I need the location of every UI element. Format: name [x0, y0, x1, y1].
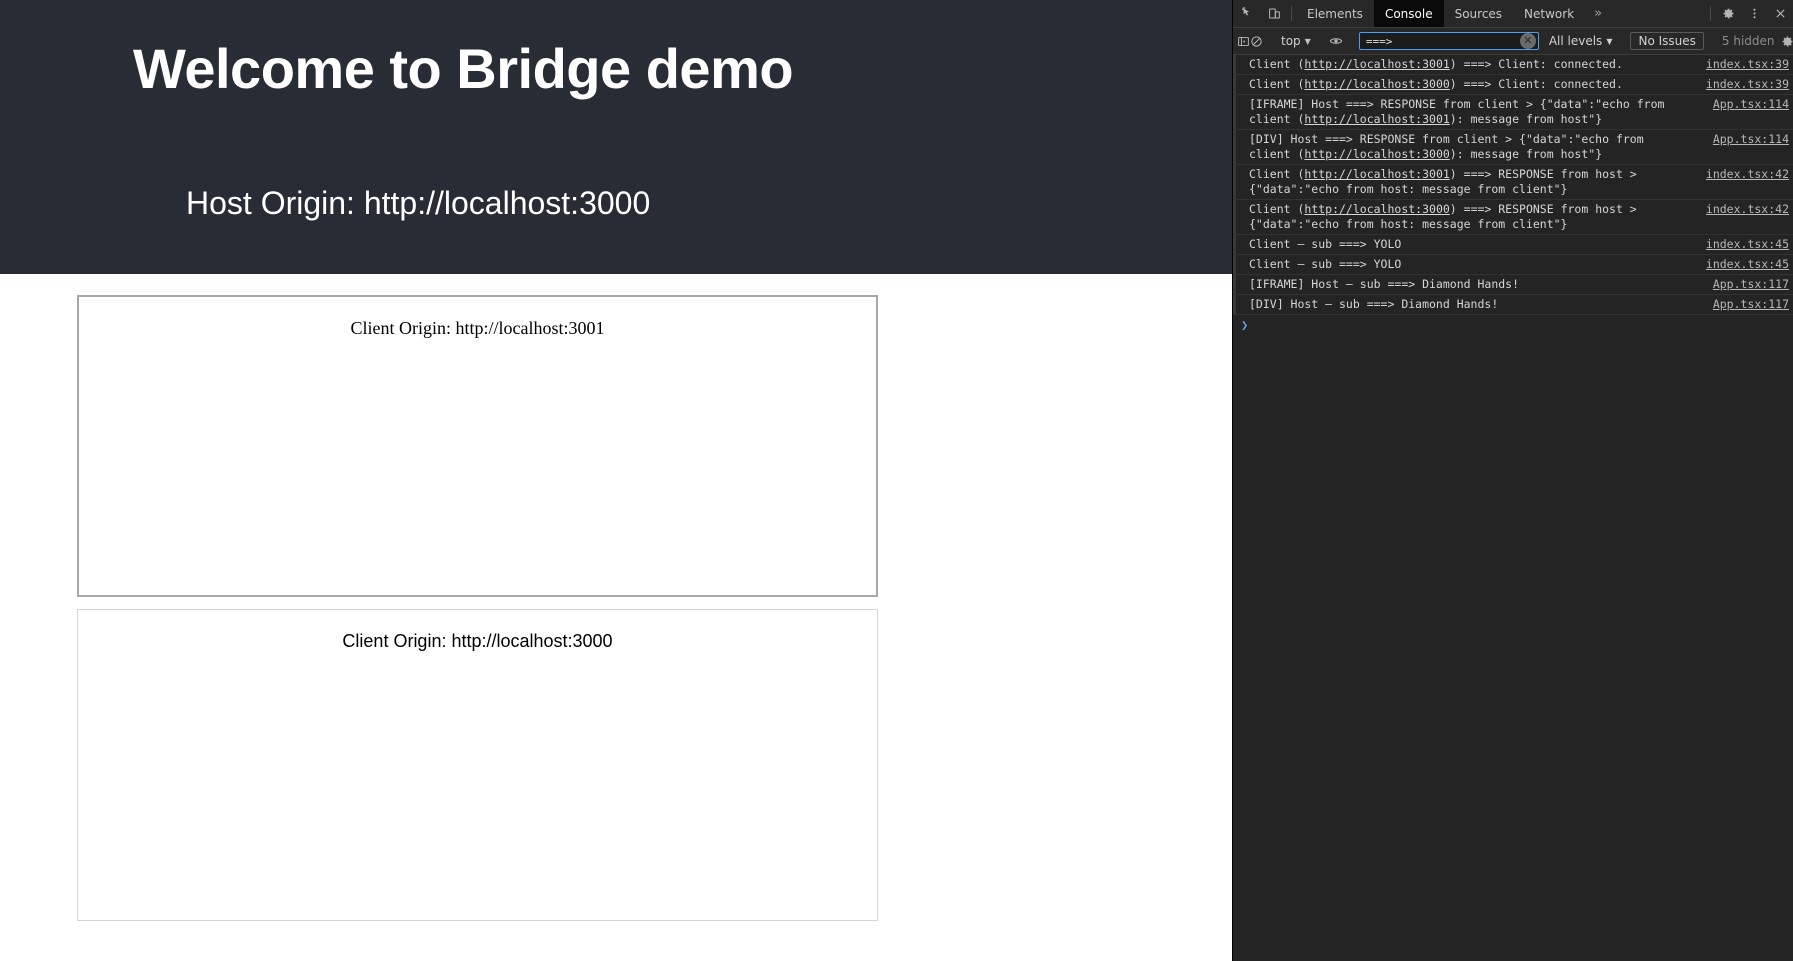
console-sidebar-icon[interactable]: [1237, 35, 1250, 48]
console-message-text: Client — sub ===> YOLO: [1249, 237, 1687, 252]
gear-icon[interactable]: [1715, 0, 1741, 27]
issues-button[interactable]: No Issues: [1630, 32, 1704, 50]
console-message-source-link[interactable]: App.tsx:114: [1713, 132, 1789, 147]
console-message-segment: Client (: [1249, 57, 1305, 71]
console-message-link[interactable]: http://localhost:3000: [1304, 147, 1449, 161]
console-message-segment: Client (: [1249, 77, 1305, 91]
frames-container: Client Origin: http://localhost:3001 Cli…: [0, 274, 1232, 921]
devtools-tab-list: Elements Console Sources Network »: [1296, 0, 1706, 27]
iframe-client-3000-body: Client Origin: http://localhost:3000: [78, 610, 877, 920]
page-header: Welcome to Bridge demo Host Origin: http…: [0, 0, 1232, 274]
context-selector-label: top: [1281, 34, 1301, 48]
console-message-segment: ) ===> Client: connected.: [1449, 57, 1623, 71]
console-filter-input[interactable]: [1359, 34, 1520, 48]
console-message-text: Client (http://localhost:3000) ===> RESP…: [1249, 202, 1687, 232]
console-message-segment: Client — sub ===> YOLO: [1249, 237, 1402, 251]
console-message-row[interactable]: Client (http://localhost:3000) ===> RESP…: [1233, 200, 1793, 235]
console-message-source-link[interactable]: index.tsx:39: [1706, 77, 1789, 92]
tab-sources[interactable]: Sources: [1444, 0, 1513, 27]
console-message-segment: ): message from host"}: [1449, 147, 1603, 161]
console-filter[interactable]: ✕: [1358, 32, 1539, 50]
client-origin-3001-label: Client Origin: http://localhost:3001: [350, 318, 605, 338]
console-message-segment: [DIV] Host — sub ===> Diamond Hands!: [1249, 297, 1499, 311]
close-icon[interactable]: [1767, 0, 1793, 27]
page-title: Welcome to Bridge demo: [133, 37, 794, 100]
console-message-segment: ) ===> Client: connected.: [1449, 77, 1623, 91]
devtools-panel: Elements Console Sources Network » top ▼…: [1232, 0, 1793, 961]
context-selector[interactable]: top ▼: [1275, 34, 1317, 48]
client-origin-3000-label: Client Origin: http://localhost:3000: [342, 631, 613, 651]
prompt-chevron-icon: ❯: [1241, 318, 1249, 332]
console-message-segment: Client — sub ===> YOLO: [1249, 257, 1402, 271]
devtools-tabbar-actions: [1706, 0, 1793, 27]
browser-window: Welcome to Bridge demo Host Origin: http…: [0, 0, 1793, 961]
host-origin-label: Host Origin: http://localhost:3000: [186, 184, 651, 221]
console-message-segment: ): message from host"}: [1449, 112, 1603, 126]
console-message-row[interactable]: Client (http://localhost:3001) ===> Clie…: [1233, 55, 1793, 75]
tab-console[interactable]: Console: [1373, 0, 1444, 27]
clear-console-icon[interactable]: [1250, 35, 1263, 48]
console-message-source-link[interactable]: App.tsx:114: [1713, 97, 1789, 112]
console-message-text: Client (http://localhost:3000) ===> Clie…: [1249, 77, 1687, 92]
tab-elements[interactable]: Elements: [1296, 0, 1374, 27]
console-message-text: [DIV] Host ===> RESPONSE from client > {…: [1249, 132, 1687, 162]
live-expression-icon[interactable]: [1329, 34, 1343, 48]
console-message-link[interactable]: http://localhost:3000: [1304, 202, 1449, 216]
clear-filter-icon[interactable]: ✕: [1519, 33, 1536, 49]
console-message-source-link[interactable]: App.tsx:117: [1713, 277, 1789, 292]
console-prompt-input[interactable]: [1254, 318, 1789, 334]
device-toolbar-icon[interactable]: [1261, 0, 1287, 27]
console-message-row[interactable]: [IFRAME] Host ===> RESPONSE from client …: [1233, 95, 1793, 130]
kebab-menu-icon[interactable]: [1741, 0, 1767, 27]
console-message-text: [IFRAME] Host ===> RESPONSE from client …: [1249, 97, 1687, 127]
console-toolbar: top ▼ ✕ All levels ▼ No Issues: [1233, 28, 1793, 55]
console-message-list[interactable]: Client (http://localhost:3001) ===> Clie…: [1233, 55, 1793, 961]
console-message-row[interactable]: [DIV] Host ===> RESPONSE from client > {…: [1233, 130, 1793, 165]
console-message-segment: Client (: [1249, 167, 1305, 181]
console-message-text: Client — sub ===> YOLO: [1249, 257, 1687, 272]
toolbar-divider-right: [1710, 6, 1711, 21]
more-tabs-icon[interactable]: »: [1585, 0, 1611, 27]
console-message-row[interactable]: [DIV] Host — sub ===> Diamond Hands! App.…: [1233, 295, 1793, 315]
hidden-messages-count: 5 hidden: [1721, 34, 1775, 48]
toolbar-divider: [1291, 6, 1292, 21]
log-level-label: All levels: [1548, 34, 1603, 48]
console-message-source-link[interactable]: index.tsx:42: [1706, 167, 1789, 182]
console-message-link[interactable]: http://localhost:3000: [1304, 77, 1449, 91]
console-message-text: Client (http://localhost:3001) ===> RESP…: [1249, 167, 1687, 197]
chevron-down-icon: ▼: [1304, 36, 1311, 46]
chevron-down-icon-levels: ▼: [1606, 36, 1613, 46]
log-level-selector[interactable]: All levels ▼: [1543, 34, 1619, 48]
console-settings-gear-icon[interactable]: [1781, 35, 1793, 48]
web-page-viewport: Welcome to Bridge demo Host Origin: http…: [0, 0, 1232, 961]
console-message-row[interactable]: Client — sub ===> YOLO index.tsx:45: [1233, 235, 1793, 255]
inspect-element-icon[interactable]: [1235, 0, 1261, 27]
console-message-source-link[interactable]: index.tsx:42: [1706, 202, 1789, 217]
console-message-text: [DIV] Host — sub ===> Diamond Hands!: [1249, 297, 1687, 312]
console-message-source-link[interactable]: App.tsx:117: [1713, 297, 1789, 312]
console-message-link[interactable]: http://localhost:3001: [1304, 167, 1449, 181]
console-message-link[interactable]: http://localhost:3001: [1304, 112, 1449, 126]
console-message-segment: Client (: [1249, 202, 1305, 216]
iframe-client-3000[interactable]: Client Origin: http://localhost:3000: [77, 609, 878, 921]
console-message-row[interactable]: [IFRAME] Host — sub ===> Diamond Hands! A…: [1233, 275, 1793, 295]
console-message-link[interactable]: http://localhost:3001: [1304, 57, 1449, 71]
iframe-client-3001[interactable]: Client Origin: http://localhost:3001: [77, 295, 878, 597]
console-message-source-link[interactable]: index.tsx:45: [1706, 257, 1789, 272]
console-message-row[interactable]: Client (http://localhost:3001) ===> RESP…: [1233, 165, 1793, 200]
console-message-text: [IFRAME] Host — sub ===> Diamond Hands!: [1249, 277, 1687, 292]
devtools-tabbar: Elements Console Sources Network »: [1233, 0, 1793, 28]
iframe-client-3001-body: Client Origin: http://localhost:3001: [79, 297, 876, 595]
console-message-row[interactable]: Client (http://localhost:3000) ===> Clie…: [1233, 75, 1793, 95]
console-message-text: Client (http://localhost:3001) ===> Clie…: [1249, 57, 1687, 72]
console-message-row[interactable]: Client — sub ===> YOLO index.tsx:45: [1233, 255, 1793, 275]
console-prompt[interactable]: ❯: [1233, 315, 1793, 337]
tab-network[interactable]: Network: [1513, 0, 1585, 27]
console-message-segment: [IFRAME] Host — sub ===> Diamond Hands!: [1249, 277, 1520, 291]
console-message-source-link[interactable]: index.tsx:45: [1706, 237, 1789, 252]
console-message-source-link[interactable]: index.tsx:39: [1706, 57, 1789, 72]
